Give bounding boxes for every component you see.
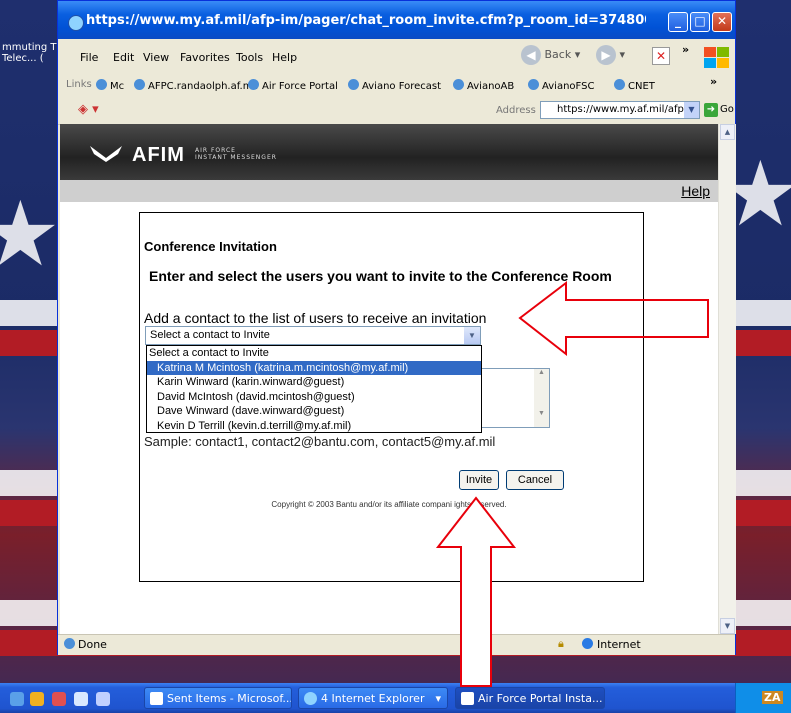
annotation-overlay [435, 280, 709, 687]
arrow-annotation-left [518, 280, 709, 357]
arrow-annotation-up [435, 496, 517, 687]
